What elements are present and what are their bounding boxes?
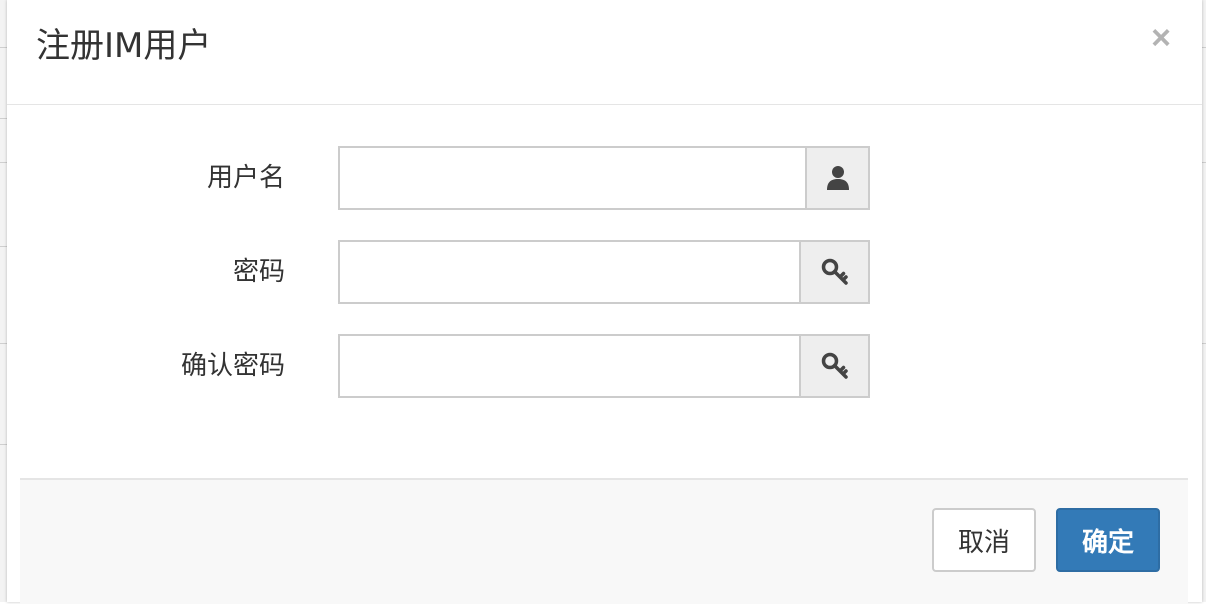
background-divider [0, 444, 7, 445]
modal-footer: 取消 确定 [20, 478, 1188, 604]
background-divider [0, 118, 7, 119]
register-user-modal: 注册IM用户 × 用户名 密码 确认密码 取消 确定 [7, 0, 1202, 604]
key-icon [821, 258, 848, 285]
form-row-confirm-password: 确认密码 [7, 334, 1202, 398]
username-addon [805, 146, 870, 210]
background-divider [0, 47, 7, 48]
password-input[interactable] [338, 240, 799, 304]
modal-header: 注册IM用户 × [7, 0, 1202, 105]
background-divider [1202, 47, 1206, 48]
username-input-group [338, 146, 870, 210]
background-divider [0, 246, 7, 247]
close-button[interactable]: × [1145, 18, 1177, 58]
cancel-button[interactable]: 取消 [932, 508, 1036, 572]
background-divider [1202, 343, 1206, 344]
form-row-username: 用户名 [7, 146, 1202, 210]
confirm-password-input-group [338, 334, 870, 398]
password-label: 密码 [232, 257, 285, 287]
key-icon [821, 352, 848, 379]
modal-title: 注册IM用户 [36, 26, 212, 66]
background-divider [1202, 162, 1206, 163]
confirm-password-addon [799, 334, 870, 398]
username-label: 用户名 [206, 163, 285, 193]
username-input[interactable] [338, 146, 805, 210]
background-divider [0, 162, 7, 163]
confirm-password-label: 确认密码 [180, 351, 285, 381]
background-divider [0, 343, 7, 344]
password-input-group [338, 240, 870, 304]
confirm-password-input[interactable] [338, 334, 799, 398]
form-row-password: 密码 [7, 240, 1202, 304]
password-addon [799, 240, 870, 304]
confirm-button[interactable]: 确定 [1056, 508, 1160, 572]
user-icon [826, 166, 849, 190]
